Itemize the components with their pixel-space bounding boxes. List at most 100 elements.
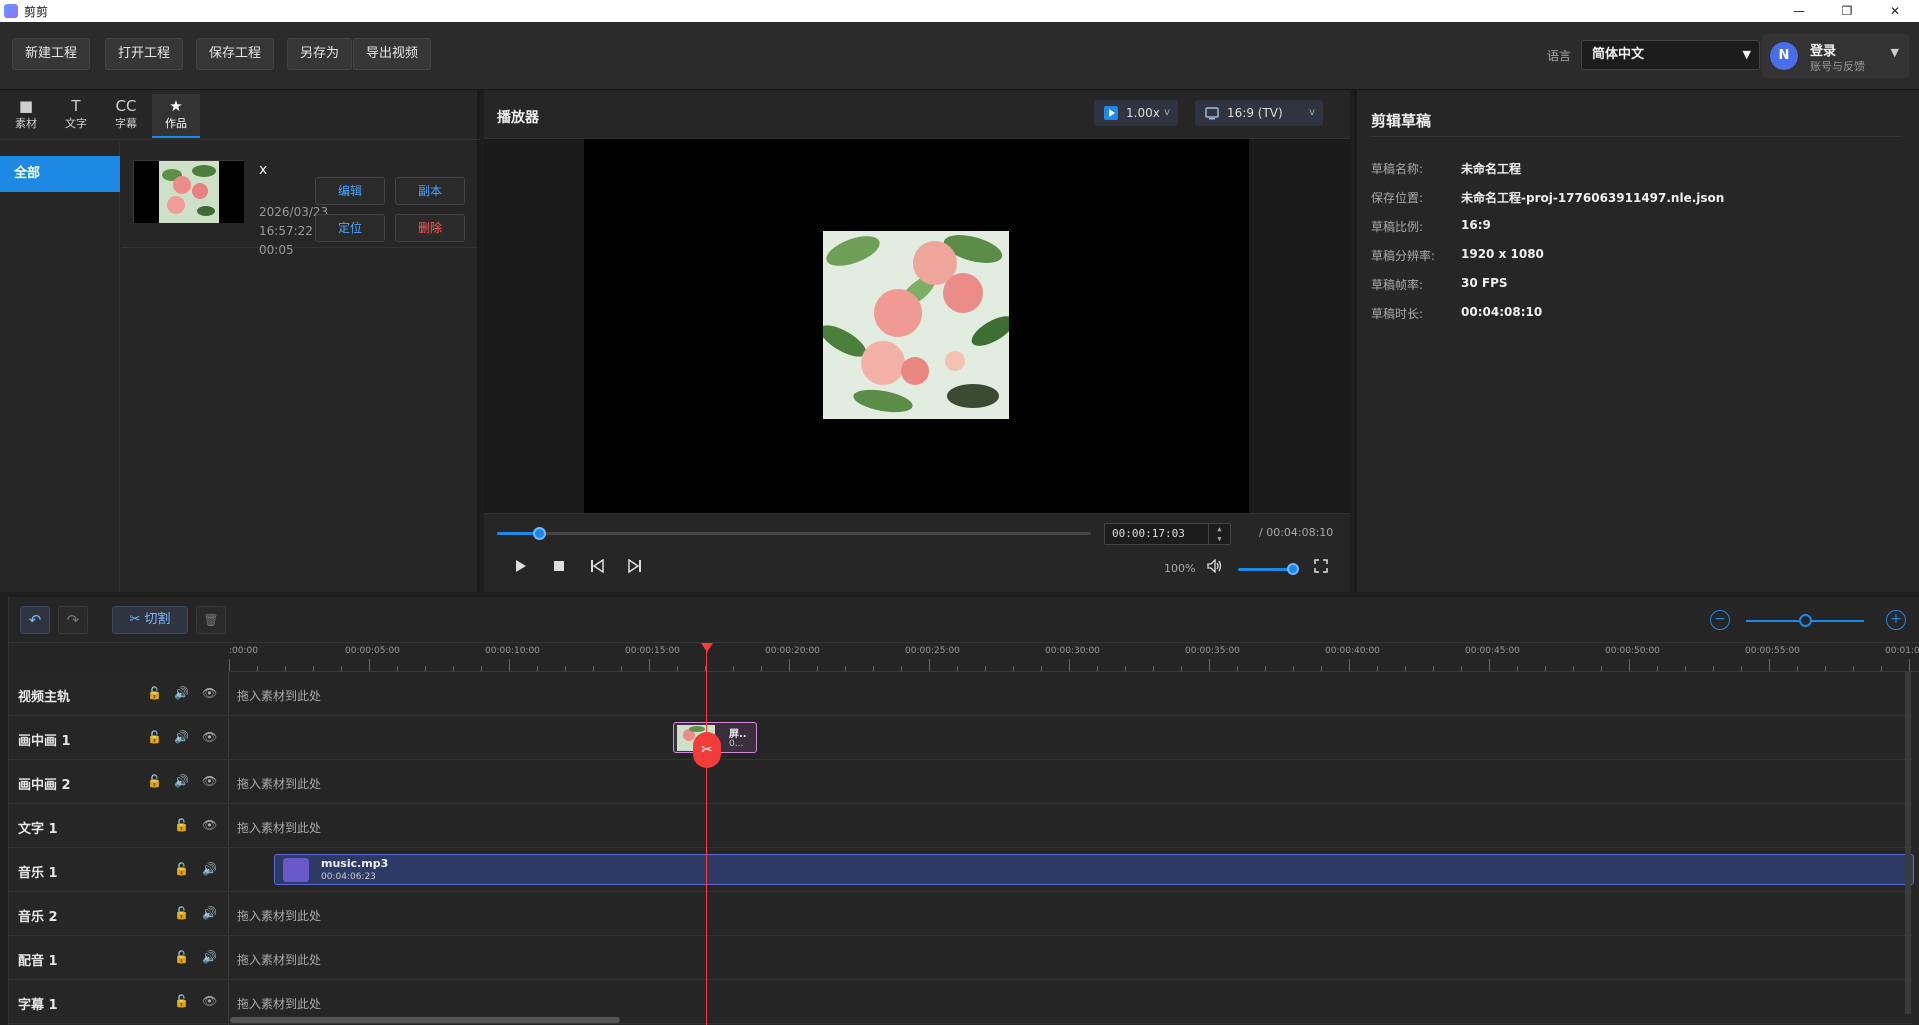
lock-icon[interactable]: 🔓 [174,950,189,964]
delete-clip-button[interactable]: 🗑 [196,606,226,634]
lock-icon[interactable]: 🔓 [147,774,162,788]
track-lane-pip-2[interactable]: 拖入素材到此处 [229,760,1912,804]
ruler-tick [1853,666,1854,671]
undo-button[interactable]: ↶ [20,606,50,634]
ruler-tick [453,666,454,671]
seek-handle[interactable] [532,527,546,540]
video-canvas[interactable] [584,139,1249,513]
save-as-button[interactable]: 另存为 [287,38,353,70]
ruler-tick-label: :00:00 [229,646,258,656]
current-time-input[interactable]: 00:00:17:03 ▲ ▼ [1104,523,1231,545]
tab-label: 作品 [165,117,187,130]
edit-work-button[interactable]: 编辑 [315,177,385,205]
draft-resolution-label: 草稿分辨率: [1371,249,1436,263]
ruler-tick [1489,659,1490,671]
lock-icon[interactable]: 🔓 [174,906,189,920]
eye-icon[interactable]: 👁 [202,686,217,700]
player-title: 播放器 [497,110,539,126]
tab-subtitle[interactable]: CC 字幕 [102,94,150,138]
track-lane-music-2[interactable]: 拖入素材到此处 [229,892,1912,936]
user-account-box[interactable]: N 登录 账号与反馈 ▼ [1762,34,1909,78]
volume-button[interactable] [1205,558,1225,579]
track-lane-text-1[interactable]: 拖入素材到此处 [229,804,1912,848]
speaker-icon[interactable]: 🔊 [174,686,189,700]
ruler-tick [1573,666,1574,671]
locate-work-button[interactable]: 定位 [315,214,385,242]
track-name: 画中画 2 [18,778,71,793]
zoom-out-button[interactable]: − [1710,610,1730,630]
lock-icon[interactable]: 🔓 [147,730,162,744]
eye-icon[interactable]: 👁 [202,774,217,788]
language-label: 语言 [1547,49,1572,63]
tab-works[interactable]: ★ 作品 [152,94,200,138]
speaker-icon[interactable]: 🔊 [202,950,217,964]
scissors-icon: ✂ [129,612,145,627]
timeline-zoom-handle[interactable] [1799,614,1812,627]
close-button[interactable]: ✕ [1871,0,1919,22]
seek-bar[interactable] [497,527,1091,540]
work-card[interactable]: x 2026/03/23 16:57:22 00:05 编辑 副本 定位 删除 [122,142,477,257]
playhead-line[interactable] [706,643,707,1025]
maximize-button[interactable]: ❐ [1823,0,1871,22]
eye-icon[interactable]: 👁 [202,818,217,832]
speaker-icon[interactable]: 🔊 [174,730,189,744]
ruler-tick-label: 00:00:05:00 [345,646,400,656]
minimize-button[interactable]: — [1775,0,1823,22]
ruler-tick [397,666,398,671]
redo-button[interactable]: ↷ [58,606,88,634]
lock-icon[interactable]: 🔓 [174,994,189,1008]
eye-icon[interactable]: 👁 [202,730,217,744]
speaker-icon[interactable]: 🔊 [174,774,189,788]
speaker-icon[interactable]: 🔊 [202,862,217,876]
new-project-button[interactable]: 新建工程 [12,38,91,70]
cut-button[interactable]: ✂ 切割 [112,606,188,634]
tab-text[interactable]: T 文字 [52,94,100,138]
track-lane-pip-1[interactable]: 屏.. 0... [229,716,1912,760]
horizontal-scrollbar[interactable] [230,1017,620,1023]
playhead-handle[interactable] [701,643,713,652]
stop-button[interactable] [549,559,569,579]
vertical-scrollbar[interactable] [1905,672,1911,1014]
aspect-ratio-select[interactable]: 16:9 (TV) v [1195,100,1323,126]
music-clip[interactable]: music.mp3 00:04:06:23 [274,854,1914,885]
ruler-tick-label: 00:00:25:00 [905,646,960,656]
next-frame-button[interactable] [625,558,645,579]
lock-icon[interactable]: 🔓 [174,862,189,876]
save-project-button[interactable]: 保存工程 [196,38,275,70]
lock-icon[interactable]: 🔓 [147,686,162,700]
track-header-video-main: 视频主轨 🔓 🔊 👁 [9,672,229,716]
avatar: N [1770,42,1798,70]
play-button[interactable] [511,559,531,579]
lock-icon[interactable]: 🔓 [174,818,189,832]
fullscreen-button[interactable] [1311,559,1331,579]
track-lane-video-main[interactable]: 拖入素材到此处 [229,672,1912,716]
speaker-icon[interactable]: 🔊 [202,906,217,920]
zoom-in-button[interactable]: + [1886,610,1906,630]
ruler-tick-label: 00:00:55:00 [1745,646,1800,656]
ruler-tick [565,666,566,671]
eye-icon[interactable]: 👁 [202,994,217,1008]
tab-material[interactable]: ■ 素材 [2,94,50,138]
volume-handle[interactable] [1287,563,1299,575]
app-title: 剪剪 [24,4,49,19]
language-value: 简体中文 [1592,47,1645,62]
language-select[interactable]: 简体中文 ▼ [1581,40,1760,70]
ruler-tick [789,659,790,671]
time-stepper[interactable]: ▲ ▼ [1208,524,1230,544]
playback-speed-select[interactable]: 1.00x v [1094,100,1178,126]
preview-stage [484,138,1350,514]
open-project-button[interactable]: 打开工程 [105,38,184,70]
delete-work-button[interactable]: 删除 [395,214,465,242]
split-marker-icon[interactable]: ✂ [693,732,721,768]
previous-frame-button[interactable] [587,558,607,579]
music-note-icon [283,858,309,882]
clip-duration: 0... [729,739,744,749]
ruler-tick [1041,666,1042,671]
category-all[interactable]: 全部 [0,156,120,192]
copy-work-button[interactable]: 副本 [395,177,465,205]
export-video-button[interactable]: 导出视频 [353,38,432,70]
track-lane-music-1[interactable]: music.mp3 00:04:06:23 [229,848,1914,892]
track-lane-voice-1[interactable]: 拖入素材到此处 [229,936,1912,980]
work-thumbnail[interactable] [133,160,244,223]
timeline-ruler[interactable]: :00:00 00:00:05:00 00:00:10:00 00:00:15:00 0… [229,643,1919,672]
